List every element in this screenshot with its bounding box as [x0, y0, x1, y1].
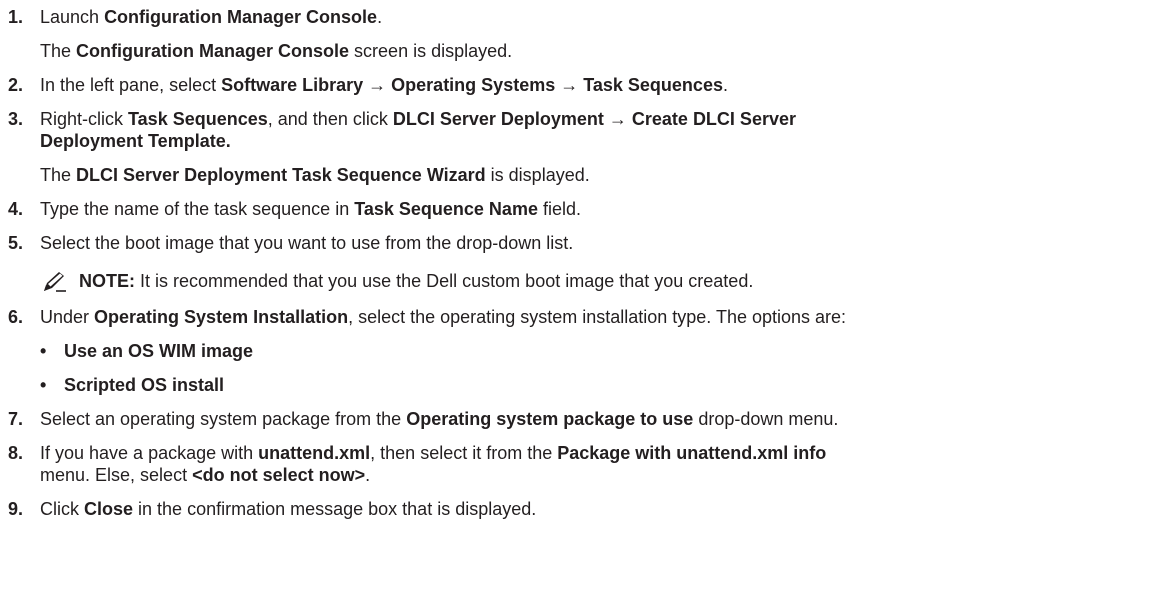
- ui-term: Configuration Manager Console: [76, 41, 350, 61]
- step-number: 5.: [8, 233, 24, 253]
- ui-term: <do not select now>: [192, 465, 366, 485]
- step-text: Select an operating system package from …: [40, 409, 839, 429]
- option-label: Scripted OS install: [64, 375, 225, 395]
- ui-term: Package with unattend.xml info: [557, 443, 827, 463]
- ui-term: DLCI Server Deployment → Create DLCI Ser…: [392, 109, 796, 129]
- step-text: Right-click Task Sequences, and then cli…: [40, 109, 796, 129]
- ui-term: Task Sequences: [128, 109, 268, 129]
- ui-term: Deployment Template.: [40, 131, 231, 151]
- note-label: NOTE:: [79, 271, 135, 291]
- step-number: 8.: [8, 443, 24, 463]
- ui-term: Operating System Installation: [94, 307, 349, 327]
- bullet-marker: •: [40, 341, 47, 361]
- bullet-marker: •: [40, 375, 47, 395]
- ui-term: unattend.xml: [258, 443, 371, 463]
- ui-term: Configuration Manager Console: [104, 7, 378, 27]
- step-number: 3.: [8, 109, 24, 129]
- step-number: 4.: [8, 199, 24, 219]
- step-text: Under Operating System Installation, sel…: [40, 307, 847, 327]
- step-number: 1.: [8, 7, 24, 27]
- step-text: Type the name of the task sequence in Ta…: [40, 199, 581, 219]
- step-number: 7.: [8, 409, 24, 429]
- pencil-note-icon: [42, 271, 68, 293]
- ui-term: Operating system package to use: [406, 409, 694, 429]
- step-text: Launch Configuration Manager Console.: [40, 7, 383, 27]
- ui-term: DLCI Server Deployment Task Sequence Wiz…: [76, 165, 486, 185]
- step-text: In the left pane, select Software Librar…: [40, 75, 728, 95]
- step-text: If you have a package with unattend.xml,…: [40, 443, 827, 463]
- step-text: Click Close in the confirmation message …: [40, 499, 537, 519]
- step-number: 6.: [8, 307, 24, 327]
- ui-term: Software Library → Operating Systems → T…: [221, 75, 723, 95]
- step-text: Select the boot image that you want to u…: [40, 233, 574, 253]
- ui-term: Close: [84, 499, 134, 519]
- step-number: 9.: [8, 499, 24, 519]
- step-number: 2.: [8, 75, 24, 95]
- ui-term: Task Sequence Name: [354, 199, 538, 219]
- option-label: Use an OS WIM image: [64, 341, 254, 361]
- note-text: NOTE: It is recommended that you use the…: [79, 271, 754, 291]
